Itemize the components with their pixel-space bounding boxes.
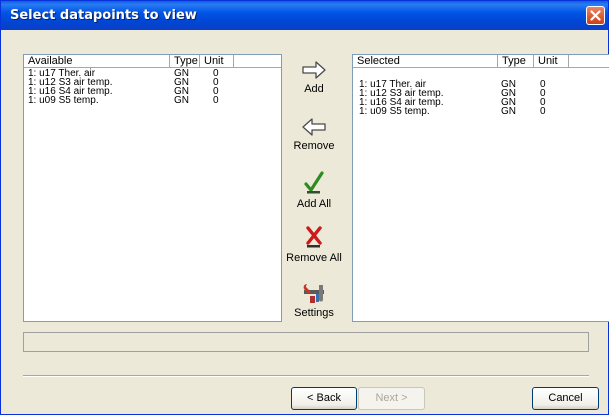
back-button[interactable]: < Back (291, 387, 357, 410)
item-unit: 0 (540, 106, 546, 117)
checkmark-icon (304, 171, 324, 194)
settings-button[interactable]: Settings (284, 282, 344, 320)
tools-icon (303, 284, 324, 303)
add-all-button[interactable]: Add All (284, 171, 344, 211)
add-all-label: Add All (296, 198, 332, 210)
window-title: Select datapoints to view (10, 8, 197, 23)
column-header-blank (234, 55, 281, 68)
add-label: Add (304, 83, 324, 95)
item-type: GN (174, 95, 189, 106)
column-header-type[interactable]: Type (170, 55, 200, 68)
column-header-available[interactable]: Available (24, 55, 170, 68)
title-bar[interactable]: Select datapoints to view (1, 1, 608, 30)
column-header-unit[interactable]: Unit (534, 55, 569, 68)
remove-all-label: Remove All (286, 252, 342, 264)
settings-label: Settings (294, 307, 334, 319)
remove-all-button[interactable]: Remove All (284, 225, 344, 265)
item-unit: 0 (213, 95, 219, 106)
column-header-selected[interactable]: Selected (353, 55, 498, 68)
item-name: 1: u09 S5 temp. (28, 95, 99, 106)
select-datapoints-dialog: Select datapoints to view Available Type… (0, 0, 609, 415)
item-type: GN (501, 106, 516, 117)
cancel-button[interactable]: Cancel (532, 387, 599, 410)
status-bar (23, 332, 589, 352)
column-header-type[interactable]: Type (498, 55, 534, 68)
next-button[interactable]: Next > (358, 387, 425, 410)
selected-list[interactable]: Selected Type Unit 1: u17 Ther. air GN 0… (352, 54, 609, 322)
list-item[interactable]: 1: u09 S5 temp. GN 0 (24, 95, 281, 106)
column-header-blank (569, 55, 609, 68)
add-button[interactable]: Add (284, 60, 344, 96)
close-button[interactable] (586, 6, 605, 25)
remove-label: Remove (293, 140, 335, 152)
column-header-unit[interactable]: Unit (200, 55, 234, 68)
arrow-left-icon (302, 118, 326, 136)
red-x-icon (306, 226, 322, 248)
close-icon (590, 10, 601, 21)
item-name: 1: u09 S5 temp. (359, 106, 430, 117)
arrow-right-icon (302, 61, 326, 79)
separator (23, 375, 589, 377)
list-item[interactable]: 1: u09 S5 temp. GN 0 (353, 106, 609, 117)
available-list[interactable]: Available Type Unit 1: u17 Ther. air GN … (23, 54, 282, 322)
remove-button[interactable]: Remove (284, 117, 344, 153)
